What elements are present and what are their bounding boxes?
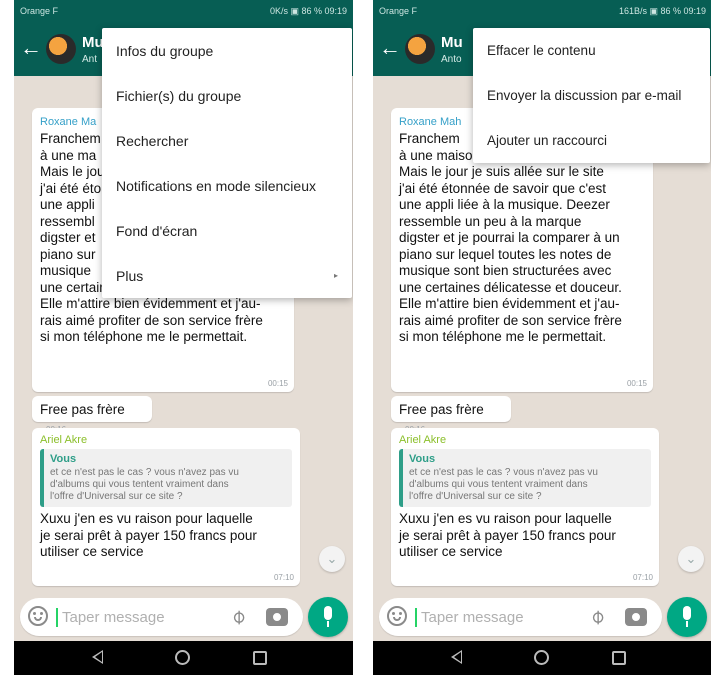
menu-item-clear-chat[interactable]: Effacer le contenu <box>473 28 710 73</box>
nav-back-icon[interactable] <box>451 650 462 664</box>
emoji-icon[interactable] <box>28 606 48 626</box>
overflow-menu: Infos du groupe Fichier(s) du groupe Rec… <box>102 28 352 298</box>
quoted-text: et ce n'est pas le cas ? vous n'avez pas… <box>50 467 239 502</box>
message-text: Xuxu j'en es vu raison pour laquelle je … <box>40 511 257 559</box>
message-time: 00:15 <box>267 379 288 388</box>
status-bar: Orange F 161B/s ▣ 86 % 09:19 <box>373 0 711 22</box>
menu-item-add-shortcut[interactable]: Ajouter un raccourci <box>473 118 710 163</box>
nav-recents-icon[interactable] <box>612 651 626 665</box>
chat-title[interactable]: Mu <box>82 34 104 51</box>
overflow-menu: Effacer le contenu Envoyer la discussion… <box>473 28 710 163</box>
message-composer: ⌀ <box>379 598 662 636</box>
message-bubble[interactable]: Free pas frère 00:16 <box>32 396 152 434</box>
message-bubble[interactable]: Ariel Akre Vous et ce n'est pas le cas ?… <box>32 428 300 586</box>
back-arrow-icon[interactable]: ← <box>379 36 401 60</box>
back-arrow-icon[interactable]: ← <box>20 36 42 60</box>
chat-subtitle: Ant <box>82 54 98 65</box>
status-right: 161B/s ▣ 86 % 09:19 <box>618 5 706 16</box>
menu-item-more[interactable]: Plus ▸ <box>102 253 352 298</box>
menu-item-label: Envoyer la discussion par e-mail <box>487 88 682 103</box>
quoted-sender: Vous <box>409 453 436 465</box>
quoted-message[interactable]: Vous et ce n'est pas le cas ? vous n'ave… <box>40 449 292 507</box>
text-cursor <box>56 608 58 627</box>
menu-item-email-chat[interactable]: Envoyer la discussion par e-mail <box>473 73 710 118</box>
nav-recents-icon[interactable] <box>253 651 267 665</box>
message-time: 00:15 <box>626 379 647 388</box>
group-avatar[interactable] <box>46 34 76 64</box>
message-sender: Ariel Akre <box>399 434 447 446</box>
quoted-message[interactable]: Vous et ce n'est pas le cas ? vous n'ave… <box>399 449 651 507</box>
message-time: 07:10 <box>273 573 294 582</box>
paperclip-icon[interactable]: ⌀ <box>584 603 610 629</box>
message-text: Franchem à une maison de design immobili… <box>399 131 622 344</box>
menu-item-label: Plus <box>116 267 144 284</box>
nav-home-icon[interactable] <box>534 650 549 665</box>
text-cursor <box>415 608 417 627</box>
message-input[interactable] <box>421 604 571 630</box>
status-right: 0K/s ▣ 86 % 09:19 <box>269 5 347 16</box>
chat-title[interactable]: Mu <box>441 34 463 51</box>
message-sender: Ariel Akre <box>40 434 88 446</box>
group-avatar[interactable] <box>405 34 435 64</box>
emoji-icon[interactable] <box>387 606 407 626</box>
scroll-down-button[interactable]: ⌄ <box>678 546 704 572</box>
quoted-sender: Vous <box>50 453 77 465</box>
menu-item-label: Notifications en mode silencieux <box>116 177 316 194</box>
menu-item-label: Infos du groupe <box>116 42 214 59</box>
menu-item-group-files[interactable]: Fichier(s) du groupe <box>102 73 352 118</box>
message-bubble[interactable]: Ariel Akre Vous et ce n'est pas le cas ?… <box>391 428 659 586</box>
mic-button[interactable] <box>667 597 707 637</box>
menu-item-wallpaper[interactable]: Fond d'écran <box>102 208 352 253</box>
scroll-down-button[interactable]: ⌄ <box>319 546 345 572</box>
message-text: Free pas frère <box>40 402 125 417</box>
phone-screen-right: Orange F 161B/s ▣ 86 % 09:19 ← Mu Anto R… <box>373 0 711 675</box>
message-bubble[interactable]: Free pas frère 00:16 <box>391 396 511 434</box>
menu-item-label: Fichier(s) du groupe <box>116 87 242 104</box>
menu-item-search[interactable]: Rechercher <box>102 118 352 163</box>
message-input[interactable] <box>62 604 212 630</box>
message-text: Xuxu j'en es vu raison pour laquelle je … <box>399 511 616 559</box>
submenu-arrow-icon: ▸ <box>333 271 338 280</box>
nav-home-icon[interactable] <box>175 650 190 665</box>
status-carrier: Orange F <box>20 6 59 16</box>
nav-back-icon[interactable] <box>92 650 103 664</box>
menu-item-mute-notifications[interactable]: Notifications en mode silencieux <box>102 163 352 208</box>
phone-screen-left: Orange F 0K/s ▣ 86 % 09:19 ← Mu Ant Roxa… <box>14 0 353 675</box>
status-bar: Orange F 0K/s ▣ 86 % 09:19 <box>14 0 353 22</box>
quoted-text: et ce n'est pas le cas ? vous n'avez pas… <box>409 467 598 502</box>
chat-subtitle: Anto <box>441 54 462 65</box>
menu-item-label: Rechercher <box>116 132 189 149</box>
paperclip-icon[interactable]: ⌀ <box>225 603 251 629</box>
mic-icon <box>324 606 332 627</box>
camera-icon[interactable] <box>625 608 647 626</box>
message-time: 07:10 <box>632 573 653 582</box>
menu-item-group-info[interactable]: Infos du groupe <box>102 28 352 73</box>
mic-button[interactable] <box>308 597 348 637</box>
camera-icon[interactable] <box>266 608 288 626</box>
message-text: Free pas frère <box>399 402 484 417</box>
status-carrier: Orange F <box>379 6 418 16</box>
android-nav-bar <box>14 641 353 675</box>
mic-icon <box>683 606 691 627</box>
android-nav-bar <box>373 641 711 675</box>
menu-item-label: Fond d'écran <box>116 222 198 239</box>
menu-item-label: Ajouter un raccourci <box>487 133 608 148</box>
message-composer: ⌀ <box>20 598 303 636</box>
menu-item-label: Effacer le contenu <box>487 43 596 58</box>
